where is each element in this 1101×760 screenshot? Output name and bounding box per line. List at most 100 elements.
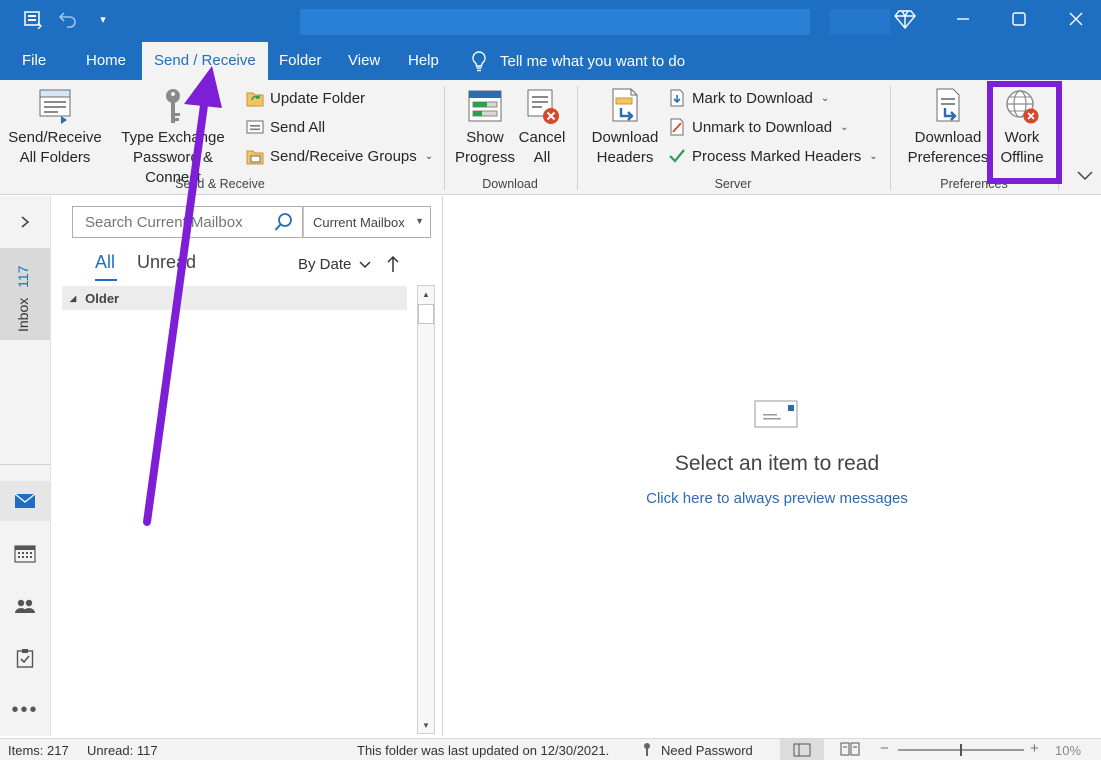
zoom-in-icon[interactable]: +	[1030, 740, 1039, 757]
inbox-label: Inbox	[15, 297, 31, 332]
show-progress-line1: Show	[466, 129, 504, 146]
reading-view-icon[interactable]	[840, 741, 862, 759]
send-all-button[interactable]: Send All	[246, 114, 325, 140]
more-icon[interactable]: •••	[0, 690, 50, 730]
normal-view-icon[interactable]	[780, 739, 824, 760]
filter-all-tab[interactable]: All	[95, 252, 117, 281]
sort-by-dropdown[interactable]: By Date	[298, 256, 372, 273]
chevron-down-icon: ⌄	[820, 92, 830, 104]
group-label-download: Download	[482, 177, 538, 191]
status-need-password[interactable]: Need Password	[661, 743, 753, 758]
collapse-ribbon-icon[interactable]	[1074, 164, 1096, 186]
send-receive-groups-dropdown[interactable]: Send/Receive Groups ⌄	[246, 143, 433, 169]
preview-messages-link[interactable]: Click here to always preview messages	[444, 490, 1101, 507]
send-receive-groups-icon	[246, 147, 264, 165]
group-divider	[890, 86, 891, 190]
type-exchange-line1: Type Exchange	[121, 129, 225, 146]
tell-me-label: Tell me what you want to do	[500, 52, 686, 70]
key-icon	[642, 742, 652, 759]
chevron-down-icon: ⌄	[840, 121, 849, 133]
app-send-receive-icon[interactable]	[22, 8, 44, 30]
process-marked-headers-dropdown[interactable]: Process Marked Headers ⌄	[668, 143, 878, 169]
mark-to-download-dropdown[interactable]: Mark to Download ⌄	[668, 85, 829, 111]
send-receive-all-line2: All Folders	[19, 149, 91, 166]
scroll-thumb[interactable]	[418, 304, 434, 324]
show-progress-button[interactable]: Show Progress	[452, 86, 518, 168]
people-icon[interactable]	[0, 586, 50, 626]
ribbon: Send/Receive All Folders Type Exchange P…	[0, 80, 1101, 195]
tab-help[interactable]: Help	[396, 42, 451, 80]
customize-qat-icon[interactable]: ▾	[92, 8, 114, 30]
vertical-scrollbar[interactable]: ▲ ▼	[417, 285, 435, 734]
cancel-all-icon	[524, 86, 560, 126]
tasks-icon[interactable]	[0, 638, 50, 678]
show-progress-line2: Progress	[454, 149, 516, 166]
search-input[interactable]	[73, 207, 268, 237]
undo-icon[interactable]	[56, 8, 78, 30]
group-label-send-receive: Send & Receive	[175, 177, 265, 191]
tell-me-search[interactable]: Tell me what you want to do	[470, 42, 685, 80]
show-progress-icon	[467, 86, 503, 126]
tab-home[interactable]: Home	[74, 42, 138, 80]
chevron-down-icon	[359, 260, 371, 268]
download-preferences-dropdown[interactable]: Download Preferences	[898, 86, 998, 168]
search-scope-select[interactable]: Current Mailbox ▼	[303, 206, 431, 238]
scroll-down-arrow-icon[interactable]: ▼	[418, 717, 434, 733]
type-exchange-password-button[interactable]: Type Exchange Password & Connect	[104, 86, 242, 188]
close-icon[interactable]	[1053, 0, 1099, 38]
zoom-out-icon[interactable]: −	[880, 740, 889, 757]
download-headers-button[interactable]: Download Headers	[586, 86, 664, 168]
calendar-icon[interactable]	[0, 534, 50, 574]
group-divider	[444, 86, 445, 190]
mail-icon[interactable]	[0, 481, 50, 521]
filter-all-label: All	[95, 252, 116, 272]
filter-unread-tab[interactable]: Unread	[137, 252, 196, 273]
title-area-right	[830, 9, 890, 35]
expand-folder-pane-icon[interactable]	[0, 202, 50, 242]
inbox-folder[interactable]: Inbox 117	[0, 248, 50, 340]
download-headers-icon	[607, 86, 643, 126]
maximize-icon[interactable]	[996, 0, 1042, 38]
group-header-label: Older	[85, 290, 120, 306]
group-header-older[interactable]: ◢ Older	[62, 286, 407, 310]
cancel-all-button[interactable]: Cancel All	[512, 86, 572, 168]
zoom-level[interactable]: 10%	[1055, 743, 1081, 758]
tab-send-receive[interactable]: Send / Receive	[142, 42, 268, 80]
download-headers-line2: Headers	[596, 149, 654, 166]
status-unread: Unread: 117	[87, 743, 158, 758]
mark-to-download-label: Mark to Download	[692, 89, 813, 107]
envelope-icon	[754, 400, 800, 430]
work-offline-button[interactable]: Work Offline	[996, 86, 1048, 168]
message-list-pane: Current Mailbox ▼ All Unread By Date ◢ O…	[51, 196, 443, 736]
update-folder-icon	[246, 89, 264, 107]
tab-file[interactable]: File	[10, 42, 58, 80]
nav-divider	[0, 464, 50, 465]
scroll-up-arrow-icon[interactable]: ▲	[418, 286, 434, 302]
cancel-all-line2: All	[533, 149, 551, 166]
update-folder-button[interactable]: Update Folder	[246, 85, 365, 111]
zoom-slider[interactable]	[898, 744, 1024, 756]
tab-view[interactable]: View	[336, 42, 392, 80]
download-preferences-line1: Download	[914, 129, 982, 146]
unmark-to-download-dropdown[interactable]: Unmark to Download ⌄	[668, 114, 848, 140]
tab-folder[interactable]: Folder	[267, 42, 334, 80]
send-all-icon	[246, 118, 264, 136]
process-marked-headers-label: Process Marked Headers	[692, 147, 862, 165]
cancel-all-line1: Cancel	[518, 129, 566, 146]
update-folder-label: Update Folder	[270, 89, 366, 107]
inbox-count: 117	[15, 265, 31, 288]
key-icon	[155, 86, 191, 126]
sort-by-label: By Date	[298, 256, 352, 273]
minimize-icon[interactable]	[940, 0, 986, 38]
reading-pane: Select an item to read Click here to alw…	[444, 196, 1101, 736]
title-area	[300, 9, 810, 35]
send-receive-all-icon	[37, 86, 73, 126]
work-offline-line2: Offline	[1000, 149, 1044, 166]
zoom-slider-thumb[interactable]	[960, 744, 962, 756]
unmark-to-download-label: Unmark to Download	[692, 118, 833, 136]
group-label-preferences: Preferences	[940, 177, 1008, 191]
send-receive-all-folders-button[interactable]: Send/Receive All Folders	[6, 86, 104, 168]
sort-direction-icon[interactable]	[384, 254, 402, 274]
search-icon[interactable]	[274, 212, 294, 232]
diamond-icon[interactable]	[882, 0, 928, 38]
